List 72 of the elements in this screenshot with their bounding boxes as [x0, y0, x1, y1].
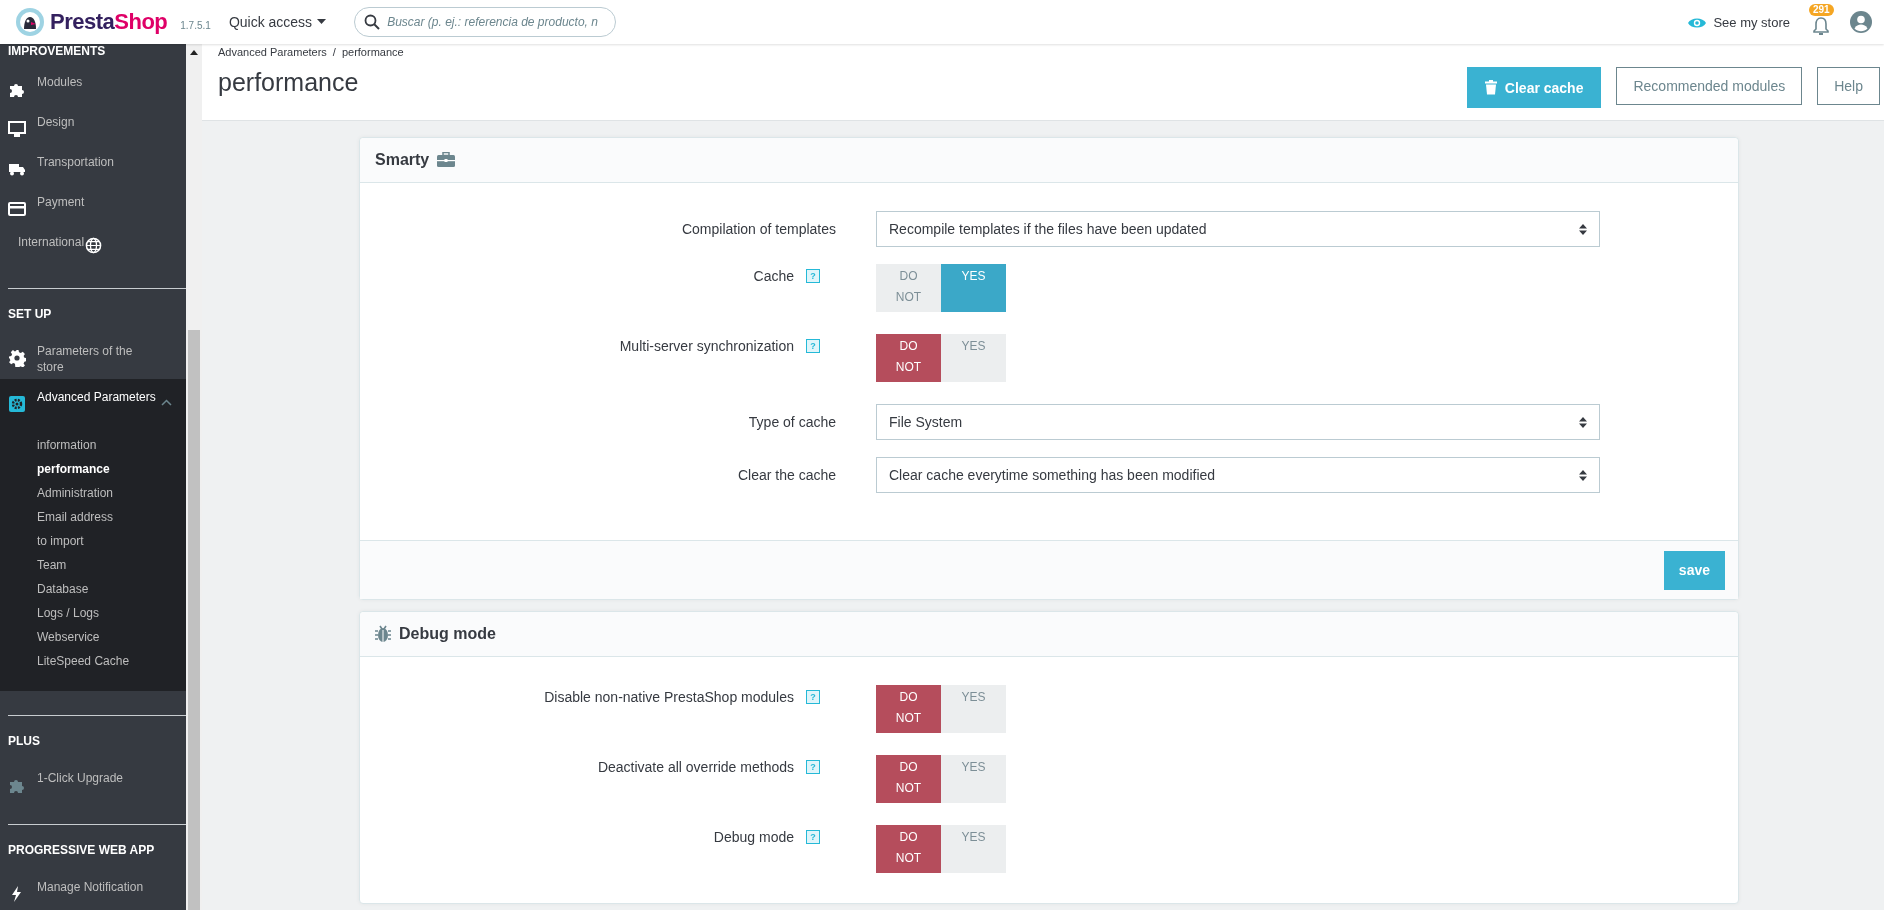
field-label: Cache — [753, 268, 794, 284]
gear-icon — [8, 349, 26, 367]
switch-option[interactable]: DO NOT — [876, 755, 941, 803]
sidebar-item[interactable]: Payment — [0, 184, 186, 224]
version-label: 1.7.5.1 — [180, 19, 211, 31]
field-label: Type of cache — [748, 414, 836, 430]
section-title: PLUS — [8, 733, 41, 750]
caret-icon — [317, 19, 327, 25]
section-title: PROGRESSIVE WEB APP — [8, 842, 156, 859]
monitor-icon — [8, 120, 26, 138]
search-icon — [364, 14, 381, 30]
field-label: Compilation of templates — [681, 221, 836, 237]
submenu-item[interactable]: Team — [37, 555, 186, 575]
field-label: Debug mode — [713, 829, 794, 845]
scrollbar-thumb[interactable] — [188, 330, 200, 910]
submenu-item[interactable]: Email address — [37, 507, 186, 527]
panel-title: Smarty — [375, 151, 430, 169]
notification-count: 291 — [1809, 4, 1834, 16]
bell-icon[interactable] — [1812, 16, 1830, 36]
submenu-item[interactable]: Webservice — [37, 627, 186, 647]
sort-arrows-icon — [1579, 469, 1587, 481]
switch-option[interactable]: DO NOT — [876, 334, 941, 382]
quick-access-dropdown[interactable]: Quick access — [228, 14, 327, 30]
submenu-item[interactable]: Logs / Logs — [37, 603, 186, 623]
submenu-item[interactable]: LiteSpeed Cache — [37, 651, 186, 671]
field-label: Multi-server synchronization — [619, 338, 794, 354]
section-title: IMPROVEMENTS — [7, 44, 107, 60]
breadcrumb-link[interactable]: performance — [341, 46, 404, 58]
search-field[interactable]: Buscar (p. ej.: referencia de producto, n — [354, 7, 617, 37]
sidebar-item[interactable]: Parameters of the store — [0, 333, 186, 379]
user-icon[interactable] — [1850, 11, 1872, 33]
field-label: Disable non-native PrestaShop modules — [544, 689, 794, 705]
sidebar-item[interactable]: Modules — [0, 64, 186, 104]
section-title: SET UP — [8, 306, 53, 323]
bug-icon — [375, 625, 391, 643]
select-field[interactable]: Clear cache everytime something has been modified — [876, 457, 1600, 493]
sort-arrows-icon — [1579, 416, 1587, 428]
select-field[interactable]: File System — [876, 404, 1600, 440]
sidebar-item[interactable]: 1-Click Upgrade — [0, 760, 186, 800]
scroll-up-arrow-icon — [190, 50, 198, 55]
submenu-item[interactable]: to import — [37, 531, 186, 551]
sort-arrows-icon — [1579, 223, 1587, 235]
chevron-up-icon — [161, 399, 172, 406]
page-title: performance — [218, 68, 360, 97]
briefcase-icon — [437, 152, 456, 168]
globe-icon — [85, 237, 103, 254]
switch-option[interactable]: DO NOT — [876, 825, 941, 873]
gear-icon — [8, 395, 26, 413]
breadcrumb-link[interactable]: Advanced Parameters — [218, 46, 327, 58]
submenu-item[interactable]: Database — [37, 579, 186, 599]
switch-option[interactable]: DO NOT — [876, 685, 941, 733]
toolbar-button[interactable]: Recommended modules — [1616, 67, 1803, 105]
sidebar-item[interactable]: International — [0, 224, 186, 264]
submenu-item[interactable]: information — [37, 435, 186, 455]
panel-title: Debug mode — [399, 625, 496, 643]
field-label: Clear the cache — [737, 467, 836, 483]
field-label: Deactivate all override methods — [597, 759, 794, 775]
see-my-store-link[interactable]: See my store — [1687, 14, 1790, 30]
scrollbar[interactable] — [186, 44, 202, 910]
submenu-item[interactable]: performance — [37, 459, 186, 479]
toolbar-button[interactable]: Help — [1817, 67, 1880, 105]
card-icon — [8, 200, 26, 218]
trash-icon — [1484, 80, 1497, 95]
sidebar-item[interactable]: Transportation — [0, 144, 186, 184]
logo-text: PrestaShop — [50, 9, 168, 35]
logo-icon — [15, 7, 45, 37]
sidebar-item[interactable]: Advanced Parameters — [0, 379, 186, 419]
sidebar-item[interactable]: Design — [0, 104, 186, 144]
breadcrumb-separator: / — [332, 46, 336, 58]
sidebar-item[interactable]: Manage Notification — [0, 869, 186, 909]
select-field[interactable]: Recompile templates if the files have been updated — [876, 211, 1600, 247]
submenu-item[interactable]: Administration — [37, 483, 186, 503]
